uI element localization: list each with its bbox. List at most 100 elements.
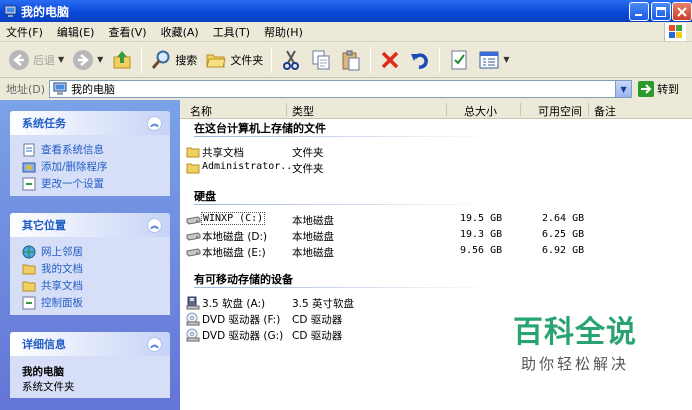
toolbar-separator [141,46,143,73]
task-change-setting[interactable]: 更改一个设置 [22,175,164,192]
search-icon [152,50,170,69]
collapse-icon[interactable]: ︽ [147,217,162,233]
group-divider [194,287,494,288]
hard-drive-icon [186,232,201,241]
close-button[interactable] [672,2,692,21]
system-info-icon [23,143,35,156]
close-icon [677,6,687,17]
column-name[interactable]: 名称 [190,103,212,119]
cut-icon [283,49,300,70]
copy-button[interactable] [306,45,336,75]
undo-icon [411,52,429,69]
minimize-icon [635,13,642,16]
column-free-space[interactable]: 可用空间 [538,103,582,119]
forward-button[interactable]: ▼ [68,45,107,75]
dvd-drive-icon [186,312,200,326]
maximize-icon [656,6,666,17]
group-divider [194,136,494,137]
task-view-system-info[interactable]: 查看系统信息 [22,141,164,158]
group-hard-drives: 硬盘 [194,190,216,203]
title-bar[interactable]: 我的电脑 [0,0,692,22]
menu-tools[interactable]: 工具(T) [213,24,250,40]
chevron-down-icon[interactable]: ▼ [503,55,509,64]
properties-button[interactable] [444,45,474,75]
delete-icon [382,51,399,68]
views-button[interactable]: ▼ [474,45,513,75]
details-type: 系统文件夹 [22,381,75,393]
chevron-down-icon[interactable]: ▼ [58,55,64,64]
copy-icon [312,50,330,69]
column-comment[interactable]: 备注 [594,103,616,119]
details-title: 详细信息 [22,338,66,351]
column-divider[interactable] [520,103,521,116]
delete-button[interactable] [375,45,405,75]
details-header[interactable]: 详细信息 ︽ [10,332,170,356]
undo-button[interactable] [405,45,435,75]
column-type[interactable]: 类型 [292,103,314,119]
address-input[interactable]: 我的电脑 ▼ [49,80,633,98]
toolbar-separator [439,46,441,73]
folders-label: 文件夹 [230,53,264,67]
my-computer-icon [4,5,17,17]
list-item[interactable]: 本地磁盘 (D:) 本地磁盘 19.3 GB 6.25 GB [186,228,686,244]
list-item[interactable]: 本地磁盘 (E:) 本地磁盘 9.56 GB 6.92 GB [186,244,686,260]
properties-icon [451,50,467,69]
chevron-down-icon[interactable]: ▼ [97,55,103,64]
list-item[interactable]: 3.5 软盘 (A:) 3.5 英寸软盘 [186,295,686,311]
address-label: 地址(D) [6,83,46,96]
windows-logo-icon [664,23,686,41]
task-add-remove-programs[interactable]: 添加/删除程序 [22,158,164,175]
place-shared-documents[interactable]: 共享文档 [22,277,164,294]
go-button[interactable]: 转到 [638,81,679,97]
column-divider[interactable] [446,103,447,116]
watermark-title: 百科全说 [513,315,637,350]
other-places-title: 其它位置 [22,219,66,232]
menu-favorites[interactable]: 收藏(A) [161,24,199,40]
column-header: 名称 类型 总大小 可用空间 备注 [180,100,692,119]
maximize-button[interactable] [651,2,671,21]
add-remove-programs-icon [22,162,36,172]
paste-button[interactable] [336,45,366,75]
place-my-documents[interactable]: 我的文档 [22,260,164,277]
menu-file[interactable]: 文件(F) [6,24,43,40]
control-panel-icon [22,177,36,190]
column-divider[interactable] [286,103,287,116]
paste-icon [342,50,360,70]
list-item[interactable]: WINXP (C:) 本地磁盘 19.5 GB 2.64 GB [186,212,686,228]
toolbar-separator [370,46,372,73]
other-places-header[interactable]: 其它位置 ︽ [10,213,170,237]
folders-icon [206,54,226,67]
toolbar-separator [271,46,273,73]
menu-edit[interactable]: 编辑(E) [57,24,95,40]
views-icon [479,51,499,68]
collapse-icon[interactable]: ︽ [147,115,162,131]
column-total-size[interactable]: 总大小 [464,103,497,119]
place-control-panel[interactable]: 控制面板 [22,294,164,311]
my-computer-icon [53,82,67,95]
floppy-drive-icon [186,296,200,310]
system-tasks-title: 系统任务 [22,117,66,130]
dvd-drive-icon [186,328,200,342]
system-tasks-header[interactable]: 系统任务 ︽ [10,111,170,135]
up-folder-button[interactable] [107,45,137,75]
folders-button[interactable]: 文件夹 [201,45,267,75]
list-item[interactable]: 共享文档 文件夹 [186,144,686,160]
place-network[interactable]: 网上邻居 [22,243,164,260]
search-button[interactable]: 搜索 [146,45,201,75]
address-dropdown-button[interactable]: ▼ [615,81,632,97]
task-pane: 系统任务 ︽ 查看系统信息 添加/删除程序 更改一个设置 其它位置 ︽ 网上邻居… [0,100,180,410]
menu-view[interactable]: 查看(V) [108,24,146,40]
minimize-button[interactable] [629,2,649,21]
cut-button[interactable] [276,45,306,75]
back-button[interactable]: 后退 ▼ [4,45,68,75]
hard-drive-icon [186,216,201,225]
address-bar: 地址(D) 我的电脑 ▼ 转到 [0,78,692,100]
collapse-icon[interactable]: ︽ [147,336,162,352]
folder-icon [186,147,200,158]
explorer-window: 我的电脑 文件(F) 编辑(E) 查看(V) 收藏(A) 工具(T) 帮助(H) [0,0,692,410]
go-arrow-icon [638,81,655,97]
search-label: 搜索 [175,53,198,67]
list-item[interactable]: Administrator... 文件夹 [186,160,686,176]
column-divider[interactable] [588,103,589,116]
menu-help[interactable]: 帮助(H) [264,24,303,40]
